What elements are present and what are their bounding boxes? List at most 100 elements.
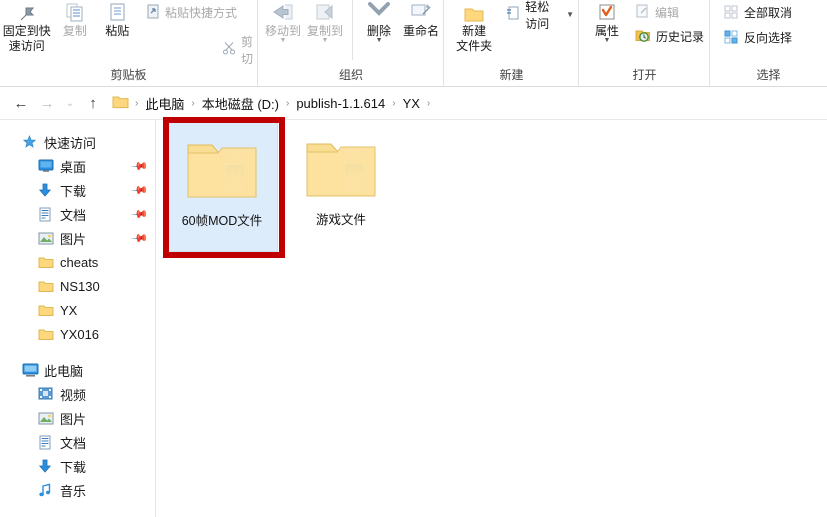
- pin-icon[interactable]: 📌: [131, 229, 150, 248]
- download-icon: [38, 183, 58, 198]
- address-bar: ← → ⌄ ↑ › 此电脑 › 本地磁盘 (D:) › publish-1.1.…: [0, 87, 827, 120]
- back-button[interactable]: ←: [8, 90, 34, 116]
- sidebar-label: 音乐: [60, 483, 87, 499]
- deselect-all-icon: [724, 4, 739, 22]
- breadcrumb[interactable]: › 此电脑 › 本地磁盘 (D:) › publish-1.1.614 › YX…: [112, 91, 434, 115]
- copy-to-button[interactable]: 复制到 ▼: [304, 0, 346, 44]
- ribbon-group-select: 全部取消 反向选择 选择: [709, 0, 826, 87]
- file-list-view[interactable]: 60帧MOD文件 游戏文件: [156, 120, 827, 517]
- sidebar-item-desktop[interactable]: 桌面 📌: [0, 154, 155, 178]
- properties-icon: [596, 2, 618, 24]
- sidebar-item-documents[interactable]: 文档 📌: [0, 202, 155, 226]
- chevron-down-icon[interactable]: ▼: [322, 37, 329, 44]
- ribbon-group-new: 新建 文件夹 轻松访问 ▼ 新建: [443, 0, 578, 87]
- sidebar-item-videos[interactable]: 视频: [0, 382, 155, 406]
- breadcrumb-item-1[interactable]: 本地磁盘 (D:): [199, 94, 282, 113]
- sidebar-label: NS130: [60, 278, 100, 294]
- navigation-pane[interactable]: 快速访问 桌面 📌 下载 📌 文档 📌 图片 📌 cheats NS130 YX…: [0, 120, 156, 517]
- easy-access-button[interactable]: 轻松访问 ▼: [502, 0, 578, 31]
- sidebar-item-yx[interactable]: YX: [0, 298, 155, 322]
- cut-button[interactable]: 剪切: [218, 35, 257, 66]
- recent-locations-button[interactable]: ⌄: [60, 90, 80, 116]
- paste-button[interactable]: 粘贴: [96, 0, 138, 38]
- sidebar-header-this-pc[interactable]: 此电脑: [0, 358, 155, 382]
- folder-icon: [38, 328, 58, 341]
- sidebar-label: YX016: [60, 326, 100, 342]
- rename-icon: [408, 2, 434, 24]
- move-to-icon: [271, 2, 295, 24]
- ribbon-group-open: 属性 ▼ 编辑 历史记录 打开: [578, 0, 709, 87]
- chevron-down-icon[interactable]: ▼: [376, 37, 383, 44]
- chevron-down-icon[interactable]: ▼: [604, 37, 611, 44]
- sidebar-label: 图片: [60, 231, 87, 247]
- document-icon: [38, 435, 58, 450]
- delete-label: 删除: [367, 24, 392, 38]
- ribbon-group-clipboard: 固定到快速访问 复制 粘贴 粘贴快捷方式 剪切 剪贴板: [0, 0, 257, 87]
- ribbon-group-label-select: 选择: [756, 68, 781, 82]
- copy-label: 复制: [62, 24, 87, 38]
- breadcrumb-separator[interactable]: ›: [423, 98, 434, 109]
- sidebar-item-cheats[interactable]: cheats: [0, 250, 155, 274]
- file-item-1[interactable]: 游戏文件: [285, 122, 397, 252]
- sidebar-header-quick-access[interactable]: 快速访问: [0, 130, 155, 154]
- deselect-all-button[interactable]: 全部取消: [720, 2, 796, 23]
- this-pc-icon: [22, 363, 42, 378]
- breadcrumb-item-2[interactable]: publish-1.1.614: [293, 96, 388, 111]
- desktop-icon: [38, 159, 58, 173]
- breadcrumb-item-3[interactable]: YX: [400, 96, 423, 111]
- sidebar-item-downloads[interactable]: 下载 📌: [0, 178, 155, 202]
- chevron-down-icon[interactable]: ▼: [566, 10, 574, 18]
- history-label: 历史记录: [656, 30, 705, 44]
- breadcrumb-separator: ›: [135, 97, 139, 109]
- pin-to-quick-access-button[interactable]: 固定到快速访问: [0, 0, 53, 54]
- folder-icon: [38, 280, 58, 293]
- properties-button[interactable]: 属性 ▼: [585, 0, 629, 44]
- breadcrumb-separator[interactable]: ›: [282, 98, 293, 109]
- folder-icon: [38, 304, 58, 317]
- new-folder-icon: [462, 2, 486, 24]
- ribbon-group-label-organize: 组织: [338, 68, 363, 82]
- sidebar-item-downloads-pc[interactable]: 下载: [0, 454, 155, 478]
- breadcrumb-separator[interactable]: ›: [388, 98, 399, 109]
- document-icon: [38, 207, 58, 222]
- invert-selection-button[interactable]: 反向选择: [720, 27, 796, 48]
- sidebar-label: cheats: [60, 254, 99, 270]
- pictures-icon: [38, 412, 58, 425]
- pin-icon[interactable]: 📌: [131, 157, 150, 176]
- folder-icon: [303, 136, 379, 207]
- chevron-down-icon[interactable]: ▼: [280, 37, 287, 44]
- paste-shortcut-button[interactable]: 粘贴快捷方式: [142, 2, 257, 23]
- rename-button[interactable]: 重命名: [399, 0, 443, 38]
- sidebar-item-pictures-pc[interactable]: 图片: [0, 406, 155, 430]
- move-to-button[interactable]: 移动到 ▼: [262, 0, 304, 44]
- breadcrumb-separator[interactable]: ›: [187, 98, 198, 109]
- forward-button[interactable]: →: [34, 90, 60, 116]
- up-button[interactable]: ↑: [80, 90, 106, 116]
- deselect-all-label: 全部取消: [744, 6, 793, 20]
- file-item-0[interactable]: 60帧MOD文件: [166, 122, 278, 252]
- paste-label: 粘贴: [105, 24, 130, 38]
- breadcrumb-item-0[interactable]: 此电脑: [142, 94, 187, 113]
- new-folder-button[interactable]: 新建 文件夹: [450, 0, 498, 54]
- sidebar-item-yx016[interactable]: YX016: [0, 322, 155, 346]
- ribbon-toolbar: 固定到快速访问 复制 粘贴 粘贴快捷方式 剪切 剪贴板 移动到 ▼ 复制到 ▼ …: [0, 0, 827, 87]
- copy-to-label: 复制到: [307, 24, 344, 38]
- music-icon: [38, 483, 58, 498]
- invert-selection-label: 反向选择: [744, 31, 793, 45]
- pin-icon[interactable]: 📌: [131, 205, 150, 224]
- folder-icon: [38, 256, 58, 269]
- explorer-body: 快速访问 桌面 📌 下载 📌 文档 📌 图片 📌 cheats NS130 YX…: [0, 120, 827, 517]
- paste-shortcut-label: 粘贴快捷方式: [164, 6, 237, 20]
- sidebar-item-music[interactable]: 音乐: [0, 478, 155, 502]
- delete-button[interactable]: 删除 ▼: [359, 0, 399, 44]
- invert-selection-icon: [724, 29, 739, 47]
- pin-icon[interactable]: 📌: [131, 181, 150, 200]
- sidebar-item-pictures[interactable]: 图片 📌: [0, 226, 155, 250]
- download-icon: [38, 459, 58, 474]
- sidebar-item-ns130[interactable]: NS130: [0, 274, 155, 298]
- copy-button[interactable]: 复制: [53, 0, 96, 38]
- sidebar-item-documents-pc[interactable]: 文档: [0, 430, 155, 454]
- edit-button[interactable]: 编辑: [631, 2, 708, 23]
- delete-icon: [366, 2, 392, 24]
- history-button[interactable]: 历史记录: [631, 26, 708, 47]
